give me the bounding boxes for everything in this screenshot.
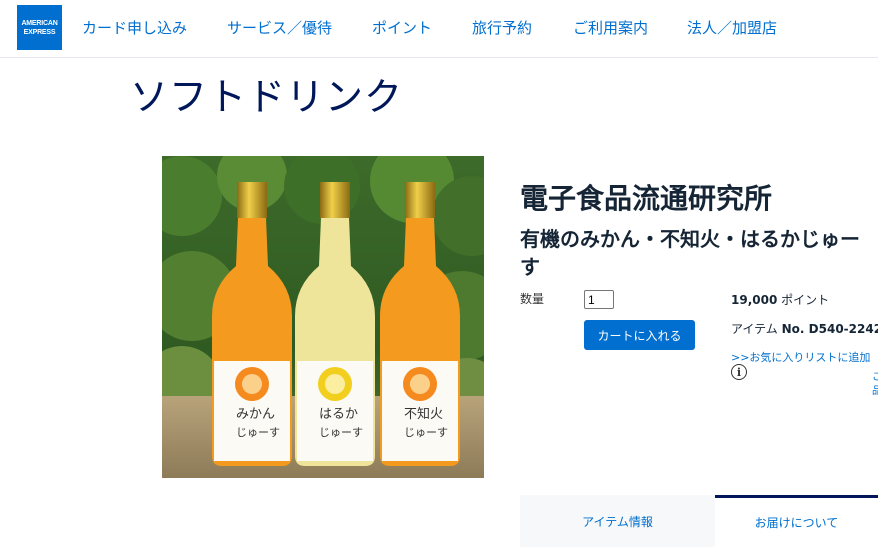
logo-line-2: EXPRESS — [23, 28, 56, 36]
nav-item-card-application[interactable]: カード申し込み — [82, 17, 187, 38]
add-to-cart-button[interactable]: カートに入れる — [584, 320, 695, 350]
item-number: アイテム No. D540-2242 — [731, 320, 878, 337]
svg-text:みかん: みかん — [236, 407, 275, 422]
nav-item-services[interactable]: サービス／優待 — [227, 17, 332, 38]
amex-logo[interactable]: AMERICAN EXPRESS — [17, 5, 62, 50]
nav-item-corporate[interactable]: 法人／加盟店 — [687, 17, 777, 38]
points-unit: ポイント — [781, 293, 830, 307]
vendor-name: 電子食品流通研究所 — [520, 182, 773, 215]
svg-text:じゅーす: じゅーす — [404, 426, 448, 439]
svg-text:はるか: はるか — [319, 407, 358, 422]
nav-item-guide[interactable]: ご利用案内 — [573, 17, 648, 38]
product-name: 有機のみかん・不知火・はるかじゅーす — [520, 227, 860, 279]
clipped-side-text: こ品 — [872, 372, 878, 397]
points-price: 19,000 ポイント — [731, 291, 829, 308]
logo-line-1: AMERICAN — [21, 19, 58, 27]
svg-text:不知火: 不知火 — [404, 406, 443, 422]
tab-item-info[interactable]: アイテム情報 — [520, 495, 715, 547]
item-prefix: アイテム — [731, 322, 778, 336]
nav-item-travel[interactable]: 旅行予約 — [472, 17, 532, 38]
info-circle-icon[interactable]: i — [731, 364, 747, 380]
item-number-value: No. D540-2242 — [781, 322, 878, 336]
nav-item-points[interactable]: ポイント — [372, 17, 432, 38]
tab-delivery-info[interactable]: お届けについて — [715, 495, 878, 547]
points-value: 19,000 — [731, 293, 778, 307]
page-title: ソフトドリンク — [130, 75, 404, 119]
top-nav: AMERICAN EXPRESS カード申し込み サービス／優待 ポイント 旅行… — [0, 0, 878, 58]
add-to-wishlist-link[interactable]: >>お気に入りリストに追加 — [731, 349, 870, 365]
svg-text:じゅーす: じゅーす — [319, 426, 363, 439]
quantity-label: 数量 — [520, 292, 545, 306]
svg-text:じゅーす: じゅーす — [236, 426, 280, 439]
product-image: みかん じゅーす はるか じゅーす 不知火 じゅーす — [162, 156, 484, 478]
quantity-input[interactable] — [584, 290, 614, 309]
